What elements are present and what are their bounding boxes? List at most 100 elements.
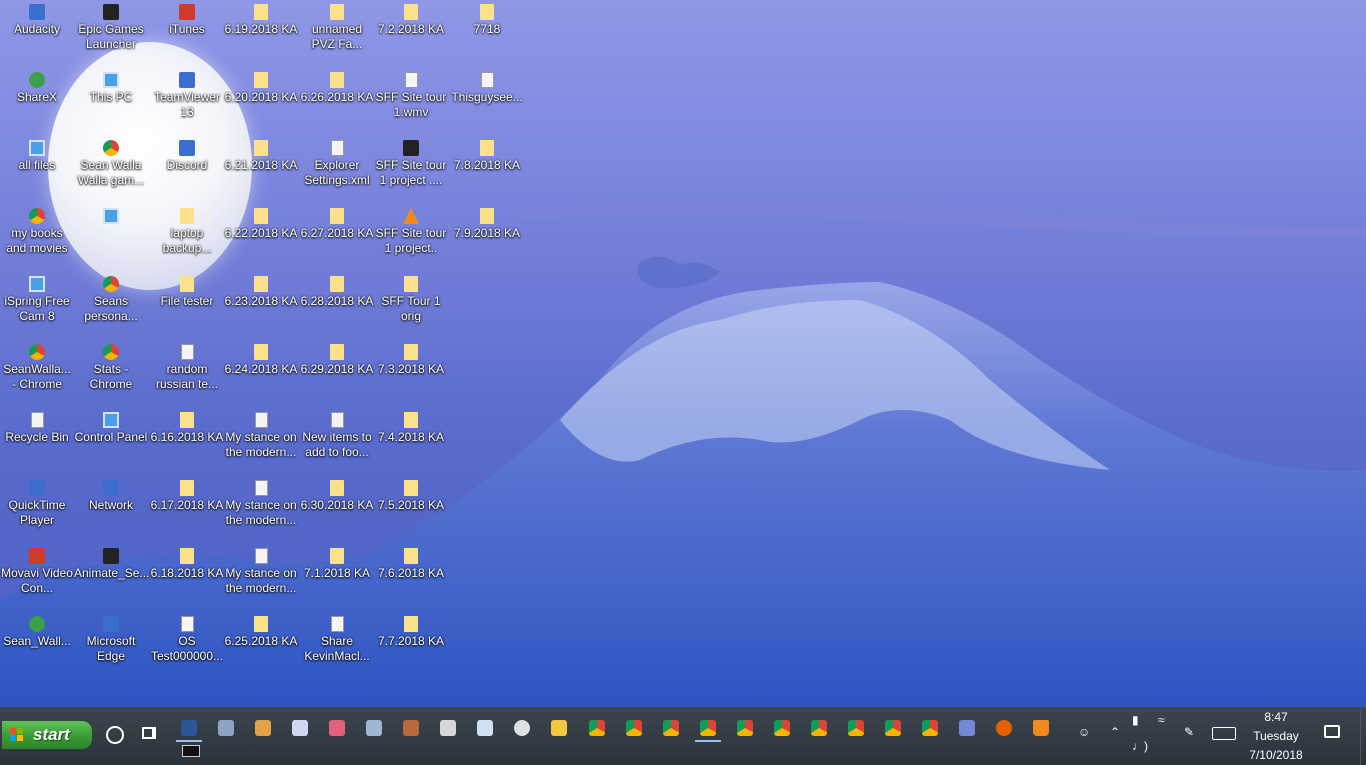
desktop-icon-folder[interactable]: 6.20.2018 KA: [224, 70, 298, 136]
taskbar-chrome-button[interactable]: [619, 717, 649, 739]
desktop-icon-folder[interactable]: 7.1.2018 KA: [300, 546, 374, 612]
desktop-icon-vlc-file[interactable]: SFF Site tour 1 project..: [374, 206, 448, 272]
desktop-icon-chrome-shortcut[interactable]: Sean Walla Walla gam...: [74, 138, 148, 204]
desktop-icon-chrome-shortcut[interactable]: Stats - Chrome: [74, 342, 148, 408]
desktop-icon-folder[interactable]: 6.21.2018 KA: [224, 138, 298, 204]
desktop-icon-folder[interactable]: 6.18.2018 KA: [150, 546, 224, 612]
desktop-icon-chrome-shortcut[interactable]: Seans persona...: [74, 274, 148, 340]
taskbar-chrome-button[interactable]: [915, 717, 945, 739]
desktop-icon-folder[interactable]: 7.4.2018 KA: [374, 410, 448, 476]
desktop-icon-folder[interactable]: laptop backup...: [150, 206, 224, 272]
desktop-icon-ispring[interactable]: iSpring Free Cam 8: [0, 274, 74, 340]
taskbar-chrome-button[interactable]: [804, 717, 834, 739]
desktop-icon-discord[interactable]: Discord: [150, 138, 224, 204]
taskbar-video-editor-button[interactable]: [396, 717, 426, 739]
desktop-icon-folder[interactable]: 6.26.2018 KA: [300, 70, 374, 136]
desktop-icon-folder[interactable]: File tester: [150, 274, 224, 340]
keyboard-icon[interactable]: [1212, 727, 1236, 740]
desktop-icon-folder[interactable]: 7.3.2018 KA: [374, 342, 448, 408]
taskbar-paint-button[interactable]: [248, 717, 278, 739]
desktop-icon-folder[interactable]: 6.24.2018 KA: [224, 342, 298, 408]
volume-icon[interactable]: ♩): [1132, 739, 1148, 753]
desktop-icon-folder[interactable]: 7.8.2018 KA: [450, 138, 524, 204]
desktop-icon-epic-games[interactable]: Epic Games Launcher: [74, 2, 148, 68]
taskbar-chrome-button[interactable]: [878, 717, 908, 739]
desktop-icon-video-file[interactable]: SFF Site tour 1.wmv: [374, 70, 448, 136]
taskbar-chrome-button[interactable]: [693, 717, 723, 742]
command-prompt-icon[interactable]: [182, 745, 200, 757]
taskbar-notebook-button[interactable]: [470, 717, 500, 739]
cortana-icon[interactable]: [106, 726, 124, 744]
wifi-icon[interactable]: ≈: [1158, 713, 1165, 727]
desktop-icon-recycle-bin[interactable]: Recycle Bin: [0, 410, 74, 476]
taskbar-file-explorer-button[interactable]: [544, 717, 574, 739]
task-view-icon[interactable]: [142, 727, 156, 739]
battery-icon[interactable]: ▮: [1132, 713, 1139, 727]
desktop-icon-image-file[interactable]: My stance on the modern...: [224, 546, 298, 612]
taskbar-vlc-button[interactable]: [1026, 717, 1056, 739]
taskbar-chrome-button[interactable]: [841, 717, 871, 739]
desktop-icon-project-file[interactable]: SFF Site tour 1 project ....: [374, 138, 448, 204]
desktop[interactable]: Audacity Epic Games Launcher iTunes 6.19…: [0, 0, 1366, 707]
desktop-icon-folder[interactable]: 7.6.2018 KA: [374, 546, 448, 612]
desktop-icon-chrome-shortcut[interactable]: SeanWalla... - Chrome: [0, 342, 74, 408]
desktop-icon-folder[interactable]: SFF Tour 1 orig: [374, 274, 448, 340]
show-desktop-button[interactable]: [1360, 707, 1366, 765]
desktop-icon-document[interactable]: Share KevinMacl...: [300, 614, 374, 680]
desktop-icon-document[interactable]: random russian te...: [150, 342, 224, 408]
taskbar-chrome-button[interactable]: [656, 717, 686, 739]
desktop-icon-folder[interactable]: 6.30.2018 KA: [300, 478, 374, 544]
desktop-icon-folder[interactable]: 6.19.2018 KA: [224, 2, 298, 68]
desktop-icon-folder[interactable]: 7.7.2018 KA: [374, 614, 448, 680]
taskbar-discord-button[interactable]: [952, 717, 982, 739]
desktop-icon-user-shortcut[interactable]: Sean_Wall...: [0, 614, 74, 680]
start-button[interactable]: start: [2, 721, 92, 749]
desktop-icon-word-document[interactable]: OS Test000000...: [150, 614, 224, 680]
desktop-icon-document[interactable]: New items to add to foo...: [300, 410, 374, 476]
people-icon[interactable]: ☺: [1078, 725, 1090, 739]
desktop-icon-folder[interactable]: 6.25.2018 KA: [224, 614, 298, 680]
desktop-icon-control-panel-unlabeled[interactable]: [74, 206, 148, 272]
desktop-icon-folder[interactable]: 7.9.2018 KA: [450, 206, 524, 272]
desktop-icon-folder[interactable]: unnamed PVZ Fa...: [300, 2, 374, 68]
taskbar-word-button[interactable]: [174, 717, 204, 742]
desktop-icon-folder[interactable]: 6.17.2018 KA: [150, 478, 224, 544]
desktop-icon-quicktime[interactable]: QuickTime Player: [0, 478, 74, 544]
desktop-icon-itunes[interactable]: iTunes: [150, 2, 224, 68]
action-center-icon[interactable]: [1324, 725, 1340, 738]
desktop-icon-books-movies[interactable]: my books and movies: [0, 206, 74, 272]
desktop-icon-all-files[interactable]: all files: [0, 138, 74, 204]
desktop-icon-sharex[interactable]: ShareX: [0, 70, 74, 136]
desktop-icon-folder[interactable]: 6.29.2018 KA: [300, 342, 374, 408]
desktop-icon-edge[interactable]: Microsoft Edge: [74, 614, 148, 680]
taskbar-chrome-button[interactable]: [767, 717, 797, 739]
desktop-icon-this-pc[interactable]: This PC: [74, 70, 148, 136]
desktop-icon-control-panel[interactable]: Control Panel: [74, 410, 148, 476]
desktop-icon-folder[interactable]: 6.22.2018 KA: [224, 206, 298, 272]
desktop-icon-folder[interactable]: 6.16.2018 KA: [150, 410, 224, 476]
desktop-icon-folder[interactable]: 7.2.2018 KA: [374, 2, 448, 68]
desktop-icon-word-document[interactable]: My stance on the modern...: [224, 478, 298, 544]
desktop-icon-xml-file[interactable]: Explorer Settings.xml: [300, 138, 374, 204]
desktop-icon-network[interactable]: Network: [74, 478, 148, 544]
taskbar-paint-3d-button[interactable]: [322, 717, 352, 739]
taskbar-settings-button[interactable]: [507, 717, 537, 739]
taskbar-firefox-button[interactable]: [989, 717, 1019, 739]
pen-icon[interactable]: ✎: [1184, 725, 1194, 739]
taskbar-chrome-button[interactable]: [730, 717, 760, 739]
desktop-icon-document[interactable]: Thisguysee...: [450, 70, 524, 136]
desktop-icon-folder[interactable]: 6.23.2018 KA: [224, 274, 298, 340]
chevron-up-icon[interactable]: ⌃: [1110, 725, 1120, 739]
taskbar-tweak-button[interactable]: [211, 717, 241, 739]
clock[interactable]: 8:47 Tuesday 7/10/2018: [1236, 708, 1316, 765]
desktop-icon-audacity[interactable]: Audacity: [0, 2, 74, 68]
taskbar-notepad-button[interactable]: [285, 717, 315, 739]
desktop-icon-animate[interactable]: Animate_Se...: [74, 546, 149, 612]
desktop-icon-folder[interactable]: 7.5.2018 KA: [374, 478, 448, 544]
desktop-icon-document[interactable]: My stance on the modern...: [224, 410, 298, 476]
desktop-icon-folder[interactable]: 7718: [450, 2, 524, 68]
taskbar-chrome-button[interactable]: [582, 717, 612, 739]
desktop-icon-movavi[interactable]: Movavi Video Con...: [0, 546, 74, 612]
taskbar-calculator-button[interactable]: [433, 717, 463, 739]
desktop-icon-folder[interactable]: 6.27.2018 KA: [300, 206, 374, 272]
